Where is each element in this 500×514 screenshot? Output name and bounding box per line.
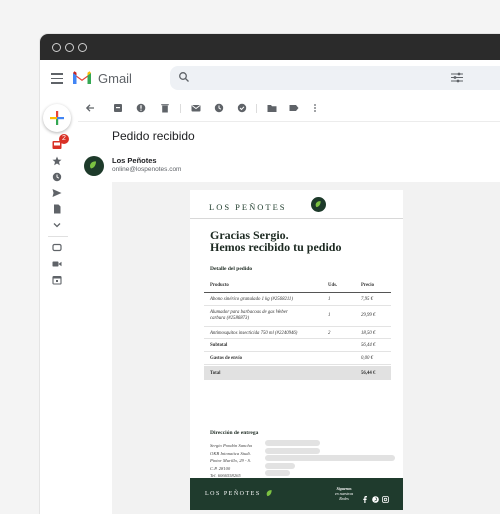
pinterest-icon[interactable] — [372, 490, 379, 503]
item-price: 18,50 € — [361, 330, 376, 336]
column-header-price: Precio — [361, 283, 374, 288]
item-product: carbura (#2586873) — [210, 316, 250, 321]
toolbar-divider — [180, 104, 181, 113]
leaf-icon — [90, 161, 96, 169]
chevron-down-icon[interactable] — [52, 220, 62, 230]
main-menu-icon[interactable] — [51, 73, 63, 85]
move-to-icon[interactable] — [267, 103, 277, 113]
table-header-row: Producto Uds. Precio — [204, 281, 391, 293]
item-price: 29,99 € — [361, 313, 376, 318]
search-filter-icon[interactable] — [451, 72, 463, 83]
address-line: Pintor Murillo, 29 - S. — [210, 458, 252, 463]
calendar-icon[interactable] — [52, 275, 62, 285]
compose-plus-icon — [50, 111, 64, 125]
redacted-text — [265, 448, 320, 454]
rail-divider — [48, 236, 68, 237]
mark-unread-icon[interactable] — [191, 103, 201, 113]
address-line: Sergio Pondón Sancha — [210, 443, 252, 448]
app-name: Gmail — [98, 71, 132, 86]
address-line: OKB Intonatica Studi. — [210, 450, 251, 456]
item-qty: 1 — [328, 313, 331, 318]
shipping-value: 0,00 € — [361, 356, 373, 361]
subtotal-row: Subtotal 56,44 € — [204, 339, 391, 352]
redacted-text — [265, 455, 395, 461]
item-price: 7,95 € — [361, 297, 373, 302]
greeting-line: Hemos recibido tu pedido — [210, 240, 342, 254]
window-control-dot[interactable] — [78, 42, 87, 52]
sender-email: online@lospenotes.com — [112, 166, 182, 173]
total-row: Total 56,44 € — [204, 366, 391, 380]
column-header-product: Producto — [210, 283, 229, 288]
instagram-icon[interactable] — [382, 490, 389, 503]
gmail-header: Gmail — [40, 60, 500, 100]
sender-name: Los Peñotes — [112, 156, 157, 165]
add-to-tasks-icon[interactable] — [237, 103, 247, 113]
column-header-qty: Uds. — [328, 283, 338, 288]
order-confirmation-email: LOS PEÑOTES Gracias Sergio. Hemos recibi… — [190, 190, 403, 510]
leaf-icon — [315, 200, 321, 207]
redacted-text — [265, 470, 290, 476]
subtotal-value: 56,44 € — [361, 343, 376, 348]
item-product: Antimosquitos insecticida 750 ml (#22409… — [210, 330, 298, 336]
report-spam-icon[interactable] — [136, 103, 146, 113]
item-product: Abono sinérico granulado 1 kg (#2568211) — [210, 297, 293, 302]
chat-icon[interactable] — [52, 243, 62, 253]
label-icon[interactable] — [289, 103, 299, 113]
shipping-row: Gastos de envío 0,00 € — [204, 352, 391, 365]
gmail-logo-icon[interactable] — [72, 70, 92, 85]
sender-avatar[interactable] — [84, 156, 104, 176]
table-row: Abono sinérico granulado 1 kg (#2568211)… — [204, 293, 391, 306]
footer-brand: LOS PEÑOTES — [205, 491, 261, 497]
leaf-icon — [266, 490, 272, 497]
window-control-dot[interactable] — [52, 42, 61, 52]
clock-icon[interactable] — [52, 172, 62, 182]
star-icon[interactable] — [52, 156, 62, 166]
item-qty: 1 — [328, 297, 331, 302]
table-row: Antimosquitos insecticida 750 ml (#22409… — [204, 327, 391, 339]
redacted-text — [265, 440, 320, 446]
toolbar-divider — [256, 104, 257, 113]
video-icon[interactable] — [52, 259, 62, 269]
archive-icon[interactable] — [113, 103, 123, 113]
delete-icon[interactable] — [160, 103, 170, 113]
snooze-icon[interactable] — [214, 103, 224, 113]
message-toolbar — [76, 100, 500, 120]
email-subject: Pedido recibido — [112, 129, 195, 143]
shipping-address: Sergio Pondón Sancha OKB Intonatica Stud… — [210, 442, 252, 480]
total-label: Total — [210, 370, 221, 376]
table-row: Alumador para barbacoas de gas Weber car… — [204, 306, 391, 327]
window-control-dot[interactable] — [65, 42, 74, 52]
greeting-heading: Gracias Sergio. Hemos recibido tu pedido — [210, 229, 341, 253]
inbox-count-badge: 2 — [59, 134, 69, 144]
facebook-icon[interactable] — [362, 490, 368, 503]
send-icon[interactable] — [52, 188, 62, 198]
shipping-address-title: Dirección de entrega — [210, 430, 259, 436]
search-bar[interactable] — [170, 66, 500, 90]
order-table: Producto Uds. Precio Abono sinérico gran… — [204, 281, 391, 380]
item-product: Alumador para barbacoas de gas Weber — [210, 310, 288, 315]
social-links — [362, 490, 389, 503]
compose-button[interactable] — [43, 104, 71, 132]
address-line: C.P. 28100 — [210, 465, 231, 471]
follow-us-text: Síguenos en nuestras Redes — [330, 486, 358, 501]
shipping-label: Gastos de envío — [210, 356, 242, 361]
total-value: 56,44 € — [361, 370, 376, 376]
title-bar — [40, 34, 500, 60]
brand-wordmark: LOS PEÑOTES — [209, 202, 287, 212]
email-footer: LOS PEÑOTES Síguenos en nuestras Redes — [190, 478, 403, 510]
draft-icon[interactable] — [52, 204, 62, 214]
content-divider — [78, 121, 500, 122]
left-rail: 2 — [40, 100, 76, 514]
brand-logo — [311, 197, 326, 212]
back-arrow-icon[interactable] — [85, 103, 95, 113]
browser-window: Gmail 2 Pedido recibido Los Peñotes onli… — [40, 34, 500, 514]
redacted-text — [265, 463, 295, 469]
more-options-icon[interactable] — [310, 103, 320, 113]
subtotal-label: Subtotal — [210, 343, 228, 348]
header-divider — [190, 218, 403, 219]
item-qty: 2 — [328, 330, 331, 336]
search-icon[interactable] — [178, 71, 190, 83]
order-details-title: Detalle del pedido — [210, 266, 253, 272]
